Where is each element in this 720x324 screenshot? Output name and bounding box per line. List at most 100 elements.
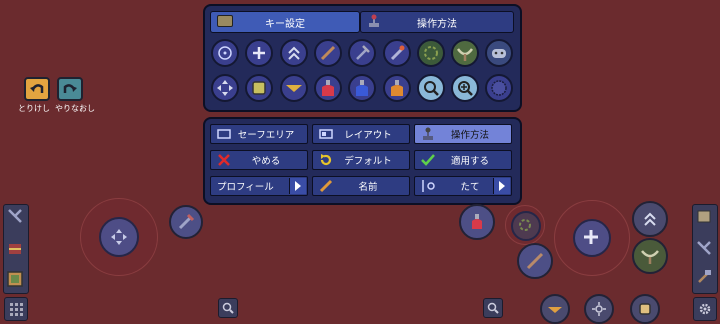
grid-icon	[10, 303, 23, 316]
hammer-icon[interactable]	[696, 268, 712, 288]
hotkey-slot-rocket[interactable]	[382, 39, 411, 67]
hotkey-slot-double-chevron-up[interactable]	[279, 39, 308, 67]
rocket-icon	[390, 45, 404, 61]
pickaxe-hook-icon	[641, 250, 659, 264]
healing-potion-icon	[472, 214, 482, 229]
sword-icon	[320, 45, 335, 61]
joystick-icon	[367, 14, 381, 31]
undo-label: とりけし	[18, 104, 50, 113]
hotkey-slot-zoom-out[interactable]	[416, 74, 445, 102]
keybind-panel: キー設定 操作方法	[203, 4, 522, 112]
menu-panel: セーフエリア レイアウト 操作方法 やめる デフォルト 適用する プロフィール …	[203, 117, 522, 205]
orientation-button[interactable]: たて	[414, 176, 512, 196]
hotkey-slot-circle[interactable]	[485, 74, 514, 102]
sword-icon	[526, 252, 544, 270]
grapple-button[interactable]	[505, 205, 545, 245]
layout-button[interactable]: レイアウト	[312, 124, 410, 144]
square-icon	[252, 81, 267, 95]
double-chevron-up-icon	[287, 46, 300, 60]
zoom-out-icon	[487, 302, 499, 314]
safe-area-button[interactable]: セーフエリア	[210, 124, 308, 144]
pencil-icon	[317, 179, 335, 193]
hotkey-slot-plus[interactable]	[245, 39, 274, 67]
pickaxe-icon	[178, 213, 195, 230]
circle-icon	[491, 80, 508, 96]
weapon-button[interactable]	[517, 243, 553, 279]
hotkey-slot-buff-potion[interactable]	[382, 74, 411, 102]
zoom-out-icon	[423, 81, 439, 96]
healing-potion-icon	[321, 80, 334, 96]
hotkey-slot-ufo[interactable]	[279, 74, 308, 102]
jump-button[interactable]	[632, 201, 668, 237]
hotkey-slot-dpad[interactable]	[211, 74, 239, 102]
mount-button[interactable]	[632, 238, 668, 274]
movement-joystick[interactable]	[80, 198, 158, 276]
controls-button[interactable]: 操作方法	[414, 124, 512, 144]
hotkey-slot-sword[interactable]	[313, 39, 342, 67]
pickaxe-icon[interactable]	[7, 208, 23, 228]
hotkey-slot-mana-potion[interactable]	[348, 74, 377, 102]
hotkey-slot-zoom-in[interactable]	[451, 74, 480, 102]
inventory-grid-button[interactable]	[4, 297, 28, 321]
action-joystick[interactable]	[554, 200, 630, 276]
dpad-icon	[592, 302, 606, 316]
target-icon	[218, 46, 232, 60]
arrow-right-icon	[493, 178, 510, 194]
undo-icon	[30, 84, 44, 93]
arrow-right-icon	[289, 178, 306, 194]
auto-select-button[interactable]	[630, 294, 660, 324]
hotkey-slot-healing-potion[interactable]	[313, 74, 342, 102]
hotkey-slot-pickaxe[interactable]	[348, 39, 377, 67]
buff-potion-icon	[390, 80, 403, 96]
bag-icon[interactable]	[696, 208, 712, 228]
hotkey-slot-rope[interactable]	[416, 39, 445, 67]
redo-button[interactable]	[57, 77, 83, 101]
undo-button[interactable]	[24, 77, 50, 101]
dpad-icon	[111, 229, 127, 245]
plus-icon	[584, 230, 598, 244]
pickaxe-hook-icon	[457, 48, 474, 61]
gamepad-icon	[492, 49, 507, 58]
plus-icon	[253, 47, 266, 59]
profile-button[interactable]: プロフィール	[210, 176, 308, 196]
x-icon	[215, 154, 233, 166]
cancel-button[interactable]: やめる	[210, 150, 308, 170]
healing-potion-button[interactable]	[459, 204, 495, 240]
settings-button[interactable]	[693, 297, 717, 321]
keyboard-icon	[217, 15, 233, 27]
hotkey-slot-pickaxe-hook[interactable]	[451, 39, 480, 67]
ufo-icon	[548, 307, 562, 313]
quick-tool-button[interactable]	[169, 205, 203, 239]
zoom-out-button[interactable]	[218, 298, 238, 318]
hotkey-slot-target[interactable]	[211, 39, 239, 67]
pickaxe-icon[interactable]	[696, 240, 712, 260]
map-icon[interactable]	[6, 270, 24, 292]
tab-controls[interactable]: 操作方法	[360, 11, 514, 33]
hotkey-slot-square[interactable]	[245, 74, 274, 102]
square-icon	[639, 303, 651, 315]
default-button[interactable]: デフォルト	[312, 150, 410, 170]
vertical-icon	[419, 179, 437, 193]
double-chevron-up-icon	[644, 212, 656, 226]
screen-icon	[215, 129, 233, 139]
check-icon	[419, 154, 437, 166]
name-button[interactable]: 名前	[312, 176, 410, 196]
tab-key-settings[interactable]: キー設定	[210, 11, 360, 33]
layout-icon	[317, 129, 335, 139]
smart-cursor-button[interactable]	[540, 294, 570, 324]
rope-icon	[423, 46, 438, 60]
zoom-out-button-right[interactable]	[483, 298, 503, 318]
joystick-icon	[419, 127, 437, 141]
redo-icon	[63, 84, 77, 93]
zoom-in-icon	[458, 81, 473, 96]
ufo-icon	[285, 85, 302, 92]
cursor-mode-button[interactable]	[584, 294, 614, 324]
apply-button[interactable]: 適用する	[414, 150, 512, 170]
redo-label: やりなおし	[55, 104, 95, 113]
gear-icon	[699, 303, 711, 315]
dpad-icon	[217, 80, 233, 96]
chest-icon[interactable]	[7, 240, 23, 260]
hotkey-slot-gamepad[interactable]	[485, 39, 514, 67]
pickaxe-icon	[356, 45, 371, 60]
reset-icon	[317, 153, 335, 167]
